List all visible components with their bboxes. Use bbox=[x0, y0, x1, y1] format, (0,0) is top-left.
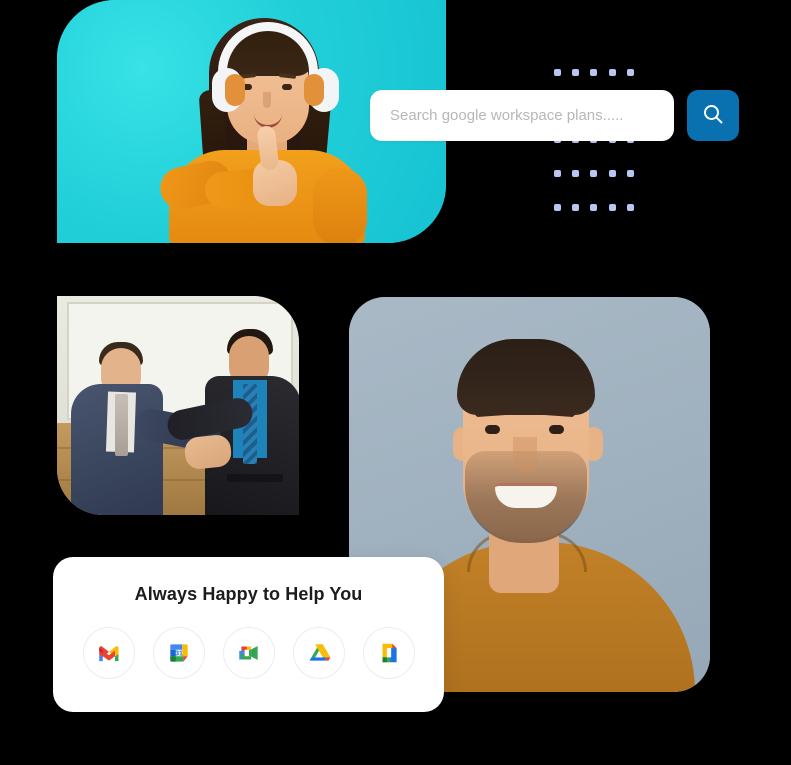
right-man-belt bbox=[227, 474, 283, 482]
dot bbox=[608, 203, 616, 211]
nose bbox=[263, 92, 271, 108]
app-icon-google-meet[interactable] bbox=[222, 627, 275, 679]
page-root: Always Happy to Help You bbox=[0, 0, 791, 765]
dot bbox=[608, 170, 616, 178]
dot bbox=[572, 69, 580, 77]
search-input[interactable] bbox=[370, 90, 674, 141]
google-drive-icon bbox=[306, 640, 332, 666]
dot bbox=[627, 69, 635, 77]
app-icon-gmail[interactable] bbox=[82, 627, 135, 679]
dot bbox=[608, 69, 616, 77]
google-meet-icon bbox=[236, 640, 262, 666]
dot bbox=[553, 69, 561, 77]
dot bbox=[627, 203, 635, 211]
eye-left bbox=[485, 425, 500, 434]
dot bbox=[553, 170, 561, 178]
dot bbox=[553, 203, 561, 211]
smile-teeth bbox=[495, 483, 557, 508]
help-card: Always Happy to Help You 31 bbox=[53, 557, 444, 712]
dot bbox=[572, 170, 580, 178]
dot bbox=[590, 69, 598, 77]
search-icon bbox=[701, 102, 725, 129]
headphone-pad-left bbox=[225, 74, 245, 106]
gmail-icon bbox=[96, 640, 122, 666]
dot bbox=[627, 170, 635, 178]
arm-right bbox=[313, 168, 367, 243]
dot bbox=[590, 203, 598, 211]
google-calendar-icon: 31 bbox=[166, 640, 192, 666]
nose bbox=[513, 437, 537, 473]
help-card-title: Always Happy to Help You bbox=[134, 584, 363, 604]
search-button[interactable] bbox=[687, 90, 739, 141]
left-man-tie bbox=[115, 394, 128, 456]
app-icon-google-calendar[interactable]: 31 bbox=[152, 627, 205, 679]
google-docs-icon bbox=[376, 640, 402, 666]
app-icon-google-drive[interactable] bbox=[292, 627, 345, 679]
dot bbox=[572, 203, 580, 211]
eye-right bbox=[549, 425, 564, 434]
headphone-pad-right bbox=[304, 74, 324, 106]
app-icon-google-docs[interactable] bbox=[362, 627, 415, 679]
handshake-image bbox=[57, 296, 299, 515]
svg-text:31: 31 bbox=[175, 651, 183, 658]
app-icon-row: 31 bbox=[53, 627, 444, 679]
dot bbox=[590, 170, 598, 178]
